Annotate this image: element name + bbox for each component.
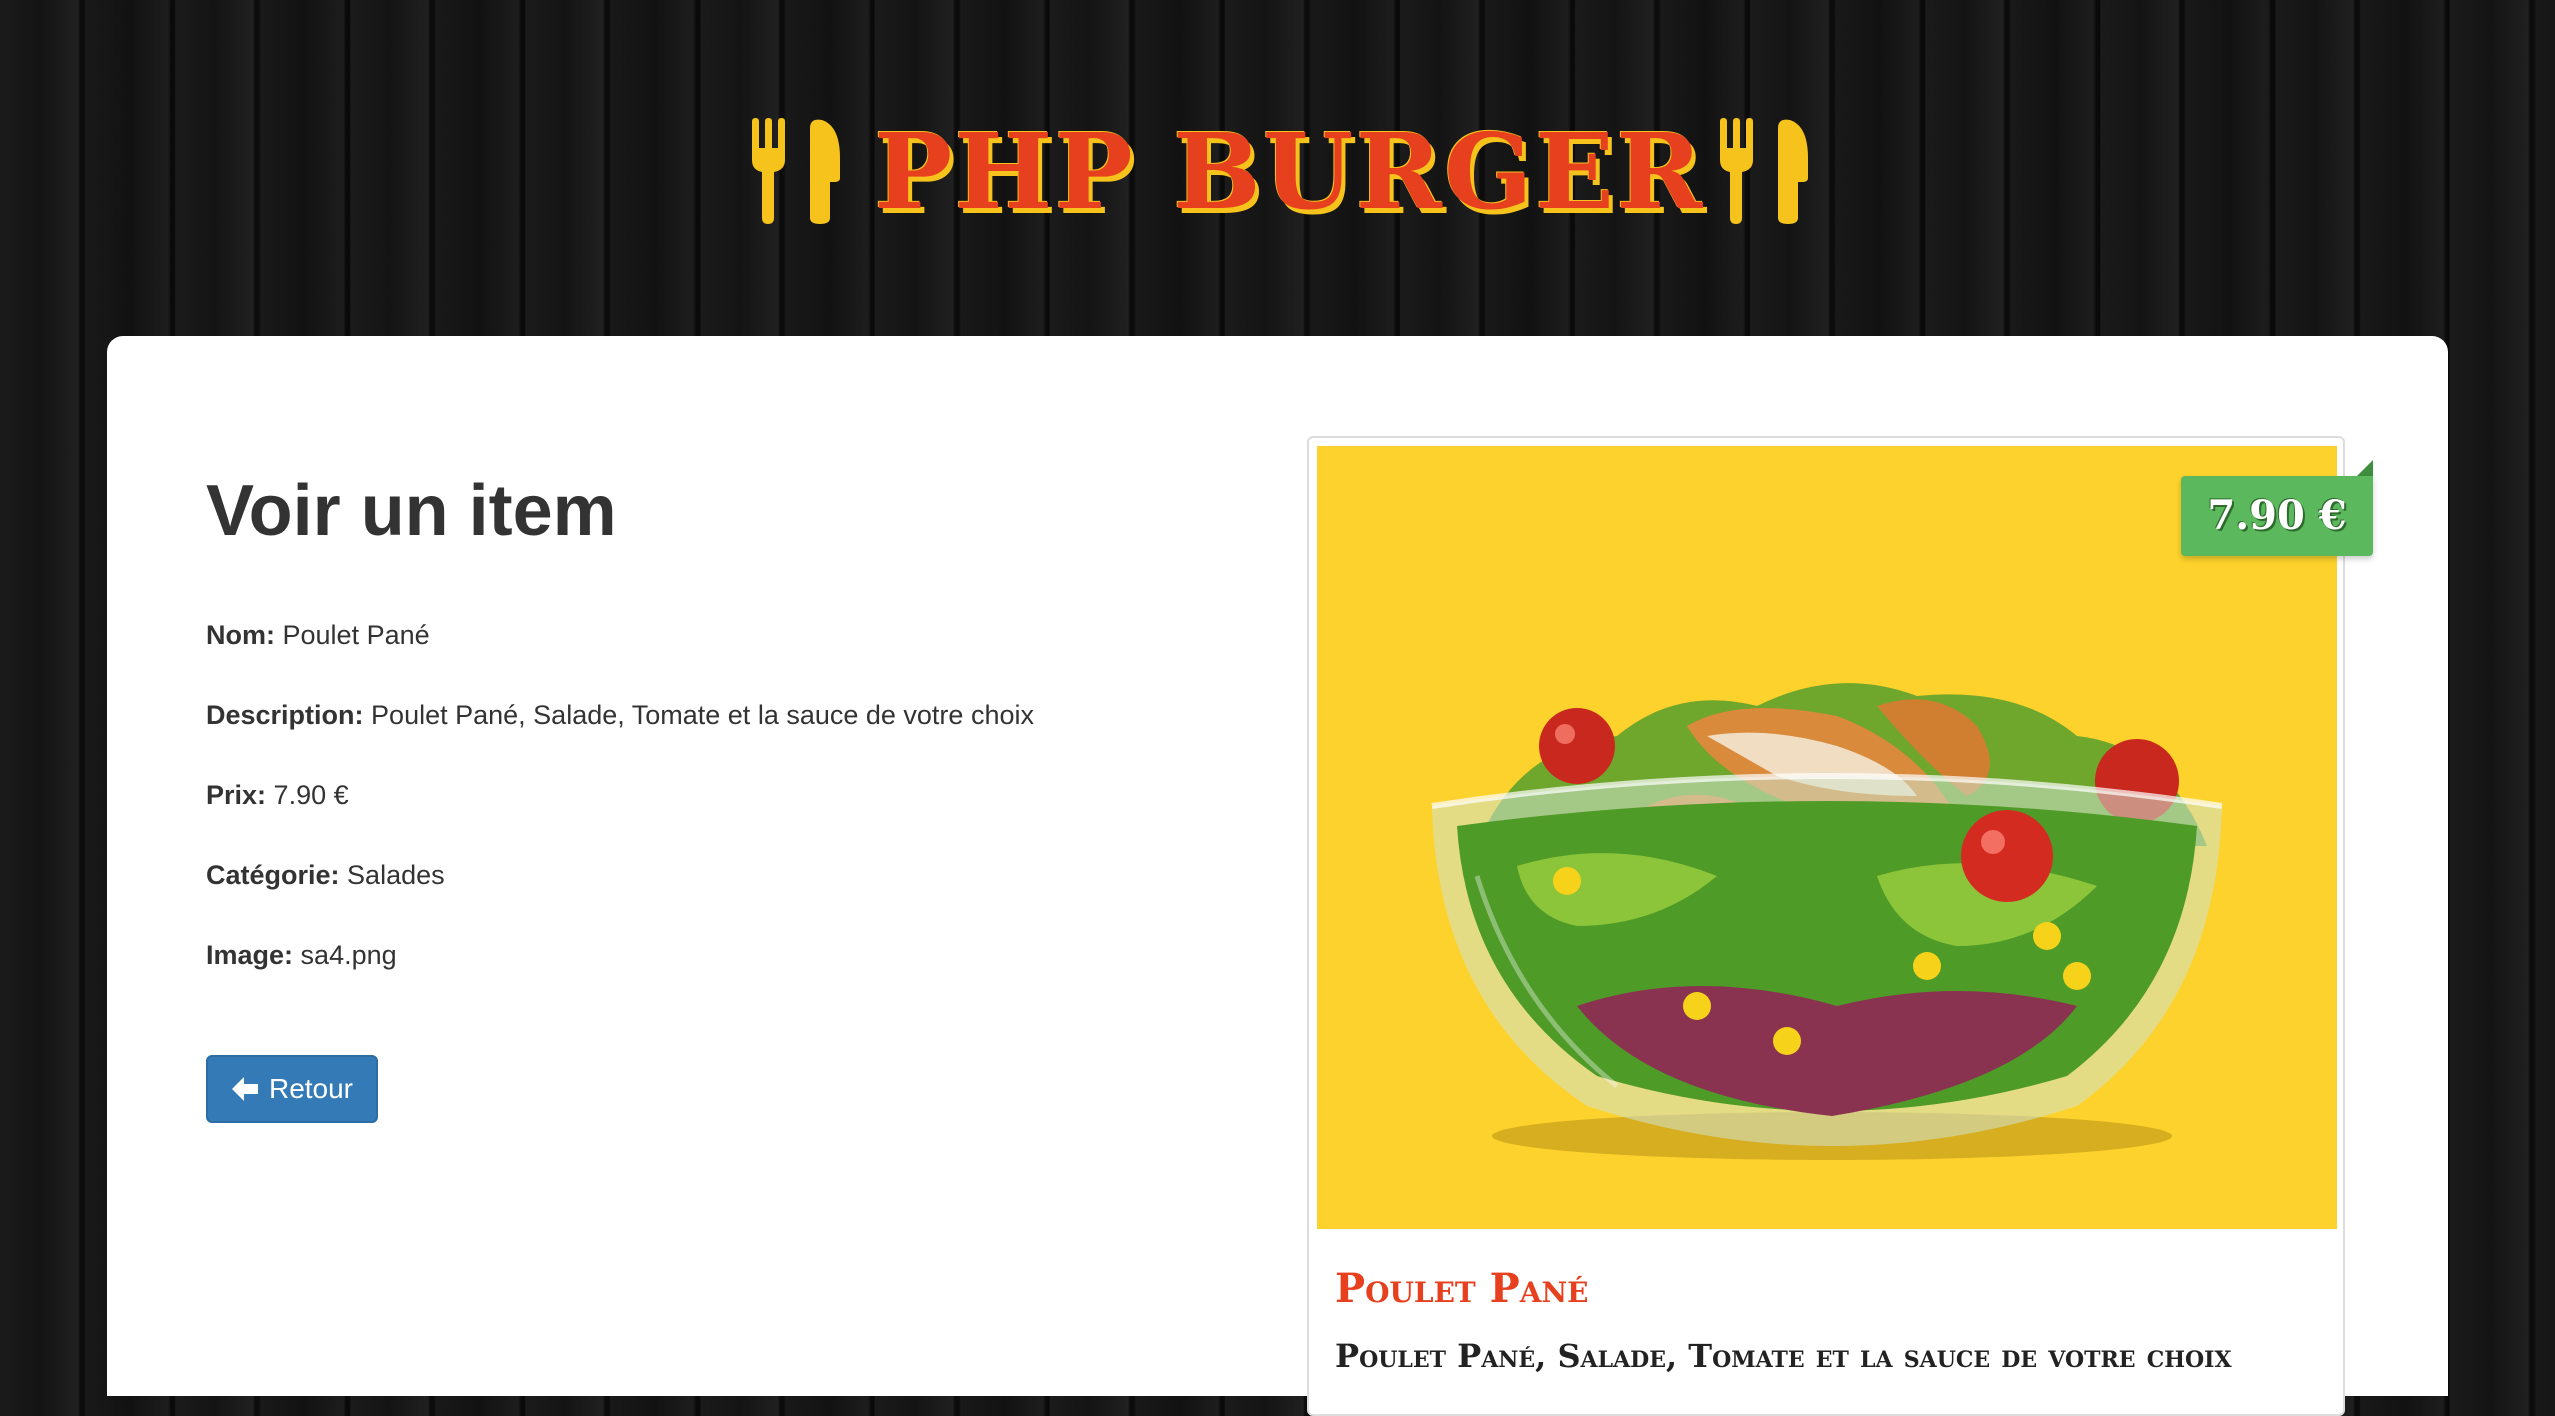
field-image-label: Image: bbox=[206, 940, 294, 970]
arrow-left-icon bbox=[231, 1077, 258, 1101]
item-preview-description: Poulet Pané, Salade, Tomate et la sauce … bbox=[1335, 1337, 2232, 1375]
back-button-label: Retour bbox=[268, 1073, 354, 1104]
field-name-label: Nom: bbox=[206, 620, 275, 650]
field-category-value: Salades bbox=[347, 860, 445, 890]
field-price-label: Prix: bbox=[206, 780, 267, 810]
price-tag-fold bbox=[2357, 460, 2373, 476]
field-description: Description: Poulet Pané, Salade, Tomate… bbox=[206, 695, 1034, 735]
field-description-value: Poulet Pané, Salade, Tomate et la sauce … bbox=[371, 700, 1034, 730]
field-price-value: 7.90 € bbox=[273, 780, 349, 810]
field-image-value: sa4.png bbox=[300, 940, 397, 970]
page-title: Voir un item bbox=[206, 471, 617, 551]
item-preview-title: Poulet Pané bbox=[1335, 1265, 1589, 1312]
site-header: PHP BURGER bbox=[0, 0, 2555, 336]
field-name: Nom: Poulet Pané bbox=[206, 615, 430, 655]
fork-knife-icon bbox=[752, 118, 840, 224]
fork-knife-icon bbox=[1720, 118, 1808, 224]
back-button[interactable]: Retour bbox=[206, 1055, 378, 1123]
field-name-value: Poulet Pané bbox=[282, 620, 430, 650]
content-card: Voir un item Nom: Poulet Pané Descriptio… bbox=[107, 336, 2448, 1416]
field-category: Catégorie: Salades bbox=[206, 855, 445, 895]
site-logo[interactable]: PHP BURGER bbox=[748, 112, 1813, 232]
brand-title: PHP BURGER bbox=[874, 110, 1705, 233]
field-image: Image: sa4.png bbox=[206, 935, 397, 975]
field-price: Prix: 7.90 € bbox=[206, 775, 349, 815]
field-category-label: Catégorie: bbox=[206, 860, 340, 890]
field-description-label: Description: bbox=[206, 700, 364, 730]
salad-bowl-image bbox=[1317, 446, 2337, 1229]
price-badge: 7.90 € bbox=[2181, 476, 2373, 556]
item-preview-card: 7.90 € Poulet Pané Poulet Pané, Salade, … bbox=[1307, 436, 2373, 1416]
